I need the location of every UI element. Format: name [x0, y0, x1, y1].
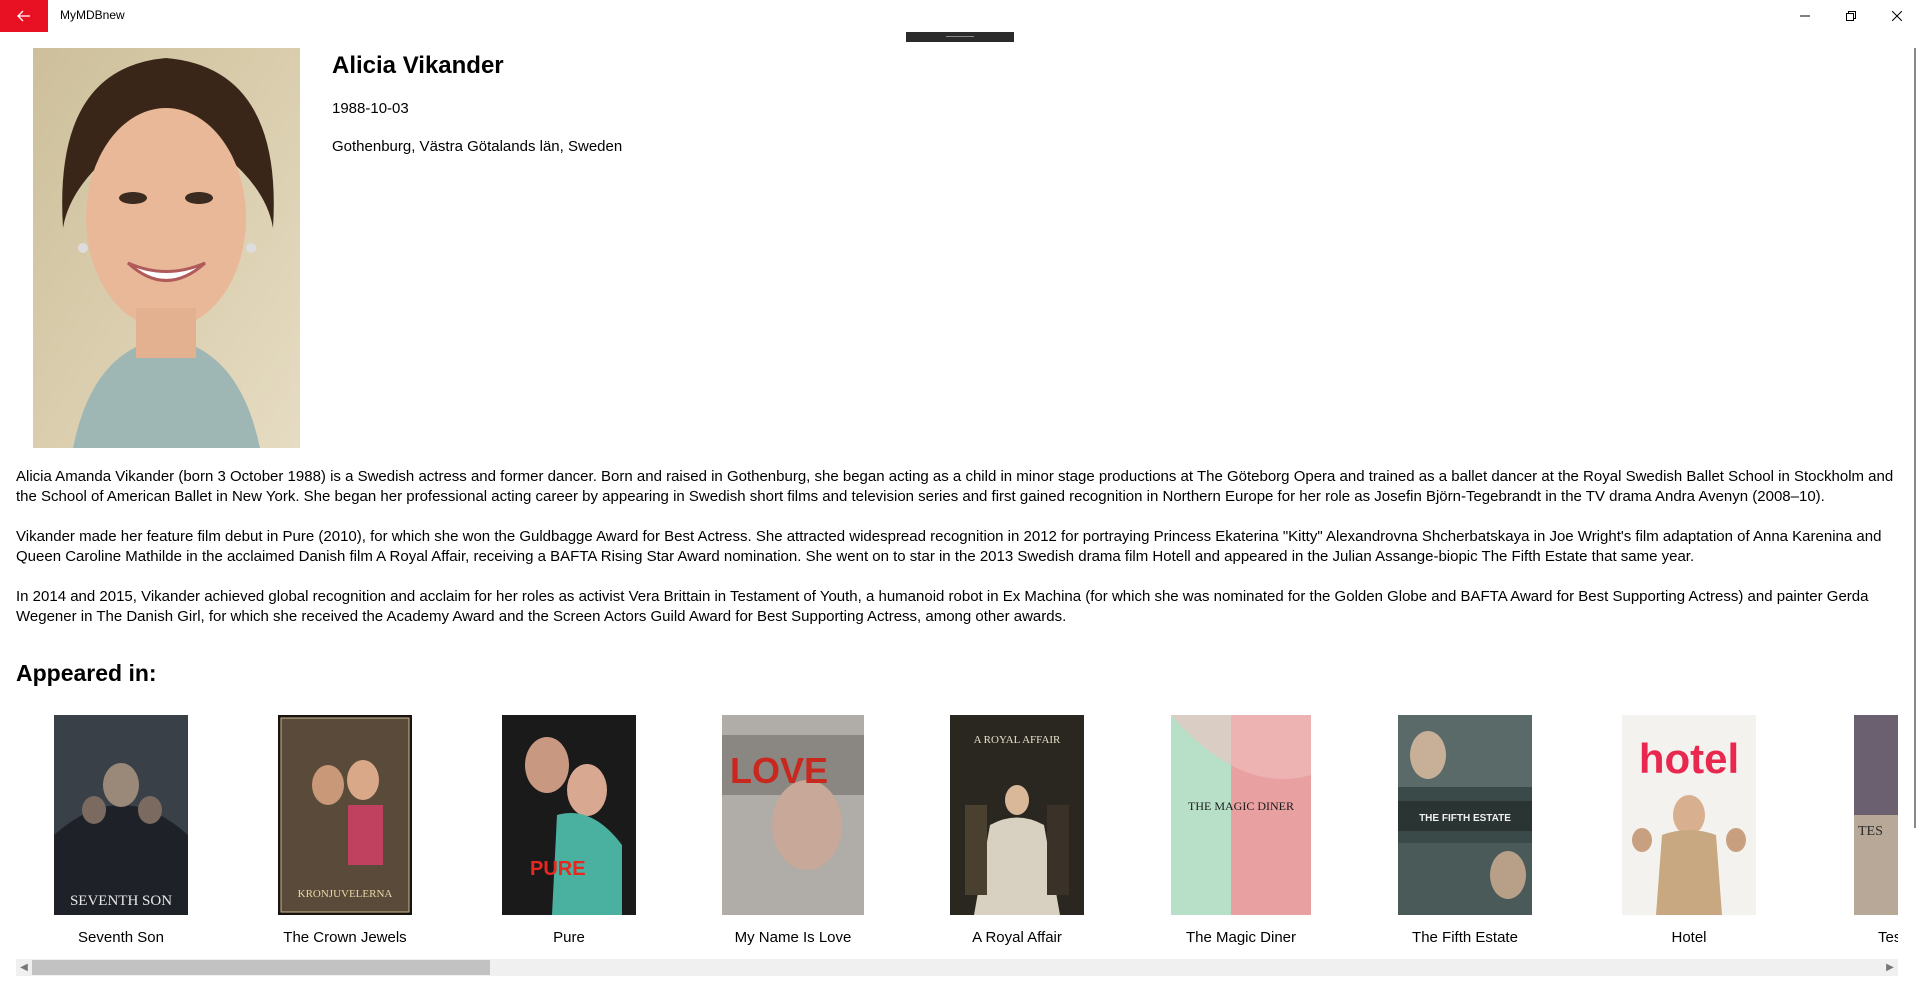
movie-item[interactable]: TES Testament of Youth [1808, 715, 1898, 946]
movie-poster[interactable]: LOVE [722, 715, 864, 915]
restore-icon [1846, 11, 1856, 21]
poster-text: A ROYAL AFFAIR [974, 734, 1061, 746]
scroll-right-icon[interactable]: ▶ [1882, 959, 1898, 976]
movie-title: Testament of Youth [1878, 929, 1898, 946]
appeared-in-heading: Appeared in: [16, 660, 157, 686]
movie-poster[interactable]: PURE [502, 715, 636, 915]
poster-text: SEVENTH SON [70, 893, 172, 909]
movie-poster[interactable]: THE FIFTH ESTATE [1398, 715, 1532, 915]
profile-photo [33, 48, 300, 448]
horizontal-scrollbar[interactable]: ◀ ▶ [16, 959, 1898, 976]
movie-title: Seventh Son [78, 929, 164, 946]
movie-item[interactable]: THE FIFTH ESTATE The Fifth Estate [1360, 715, 1570, 946]
movie-item[interactable]: LOVE My Name Is Love [688, 715, 898, 946]
minimize-icon [1800, 15, 1810, 17]
movie-item[interactable]: SEVENTH SON Seventh Son [16, 715, 226, 946]
movie-item[interactable]: PURE Pure [464, 715, 674, 946]
scrollbar-thumb[interactable] [32, 960, 490, 975]
poster-text: PURE [530, 858, 586, 880]
poster-text: KRONJUVELERNA [298, 888, 393, 900]
scroll-left-icon[interactable]: ◀ [16, 959, 32, 976]
movie-title: The Fifth Estate [1412, 929, 1518, 946]
movie-item[interactable]: A ROYAL AFFAIR A Royal Affair [912, 715, 1122, 946]
person-birthplace: Gothenburg, Västra Götalands län, Sweden [332, 138, 623, 155]
movie-item[interactable]: THE MAGIC DINER The Magic Diner [1136, 715, 1346, 946]
drag-handle[interactable] [906, 32, 1014, 42]
movie-title: My Name Is Love [734, 929, 852, 946]
movie-title: Pure [553, 929, 585, 946]
vertical-scrollbar[interactable] [1914, 48, 1916, 828]
restore-button[interactable] [1828, 0, 1874, 32]
movie-poster[interactable]: KRONJUVELERNA [278, 715, 412, 915]
title-bar: MyMDBnew [0, 0, 1920, 32]
movie-poster[interactable]: hotel [1622, 715, 1756, 915]
movie-poster[interactable]: TES [1854, 715, 1898, 915]
movie-title: Hotel [1671, 929, 1707, 946]
movie-poster[interactable]: THE MAGIC DINER [1171, 715, 1311, 915]
close-button[interactable] [1874, 0, 1920, 32]
poster-text: LOVE [730, 750, 828, 791]
arrow-left-icon [17, 10, 30, 22]
movie-title: The Crown Jewels [283, 929, 407, 946]
close-icon [1892, 11, 1902, 21]
movie-poster[interactable]: A ROYAL AFFAIR [950, 715, 1084, 915]
poster-text: THE FIFTH ESTATE [1419, 813, 1511, 824]
back-button[interactable] [0, 0, 48, 32]
biography: Alicia Amanda Vikander (born 3 October 1… [16, 467, 1898, 647]
person-birthday: 1988-10-03 [332, 100, 409, 117]
movie-poster[interactable]: SEVENTH SON [54, 715, 188, 915]
person-name: Alicia Vikander [332, 52, 504, 79]
movie-title: A Royal Affair [972, 929, 1062, 946]
biography-paragraph: In 2014 and 2015, Vikander achieved glob… [16, 588, 1869, 625]
poster-text: hotel [1639, 735, 1739, 782]
movie-item[interactable]: hotel Hotel [1584, 715, 1794, 946]
movie-title: The Magic Diner [1185, 929, 1297, 946]
app-title: MyMDBnew [60, 8, 125, 22]
biography-paragraph: Alicia Amanda Vikander (born 3 October 1… [16, 468, 1894, 505]
movie-item[interactable]: KRONJUVELERNA The Crown Jewels [240, 715, 450, 946]
poster-text: THE MAGIC DINER [1188, 799, 1294, 813]
poster-text: TES [1858, 824, 1883, 839]
biography-paragraph: Vikander made her feature film debut in … [16, 528, 1882, 565]
minimize-button[interactable] [1782, 0, 1828, 32]
movie-list: SEVENTH SON Seventh Son KRONJUVELERNA Th… [16, 715, 1898, 955]
